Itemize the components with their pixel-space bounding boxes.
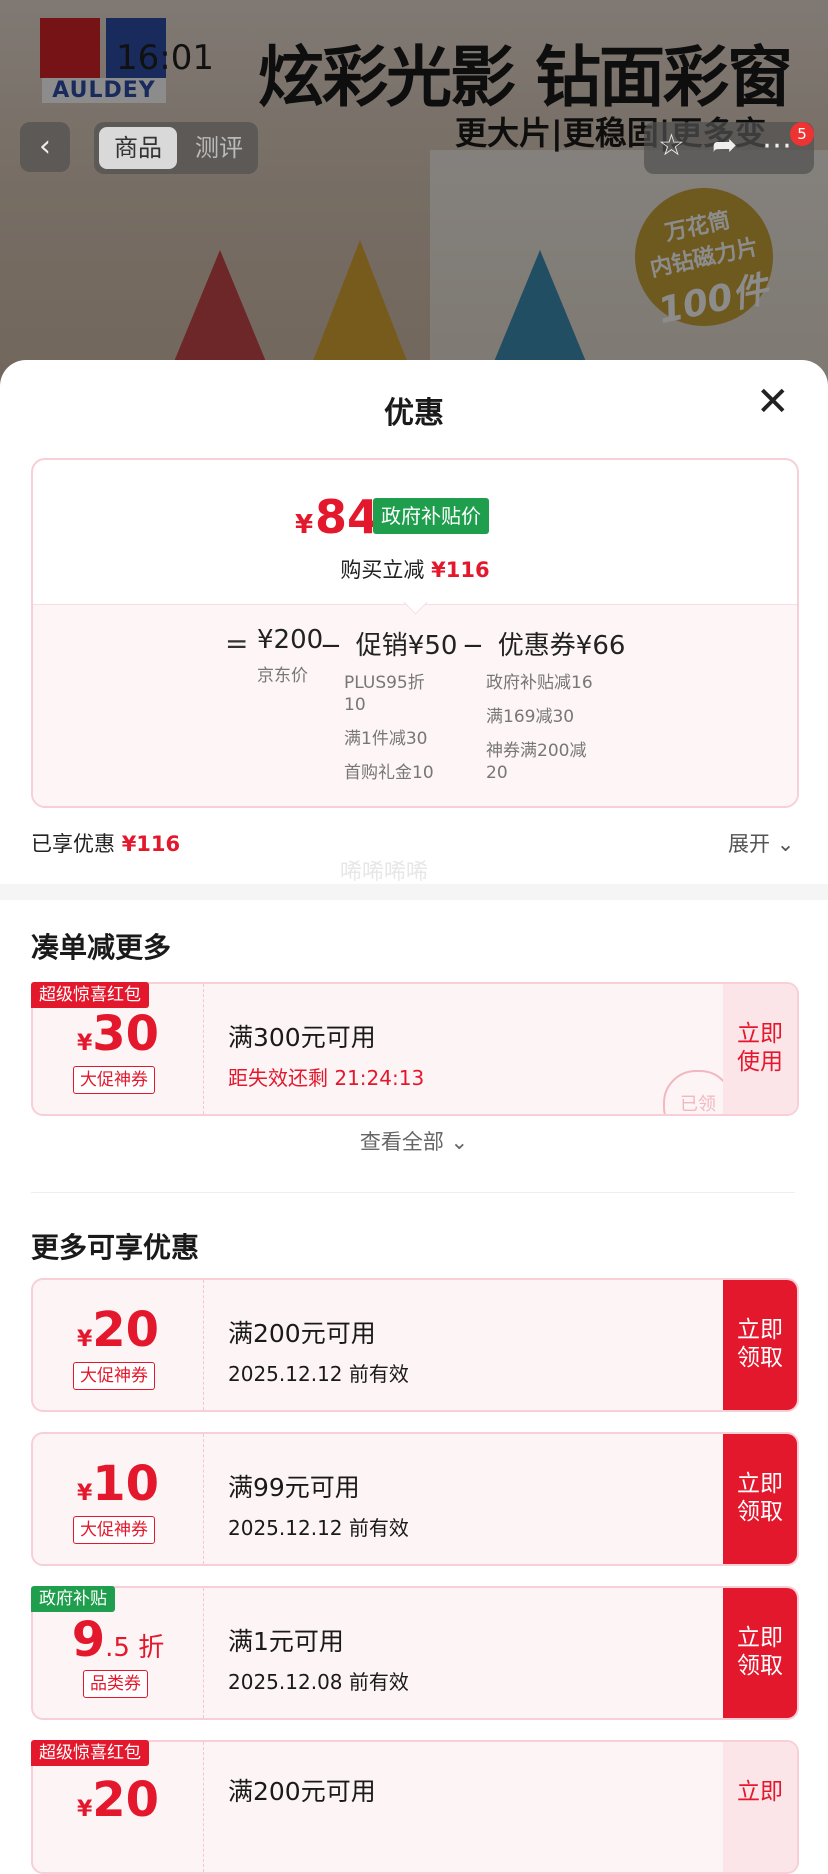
star-icon[interactable]: ☆ — [658, 128, 685, 163]
reduce-value: ¥116 — [431, 558, 490, 582]
coupon-condition: 满1元可用 — [228, 1627, 344, 1656]
coupon-countdown: 距失效还剩 21:24:13 — [228, 1066, 425, 1090]
section-title-more: 更多可享优惠 — [31, 1231, 200, 1264]
coupon-ribbon: 超级惊喜红包 — [31, 1740, 149, 1766]
coupon-condition: 满200元可用 — [228, 1319, 376, 1348]
coupon-kind: 大促神券 — [73, 1362, 155, 1390]
breakdown-area: = ¥200 京东价 − 促销¥50 PLUS95折 10 满1件减30 首购礼金… — [33, 604, 797, 806]
close-icon[interactable]: ✕ — [756, 382, 796, 422]
coupon-valid-date: 2025.12.12 前有效 — [228, 1362, 409, 1386]
final-price: 84 — [315, 490, 380, 544]
promo-col: − 促销¥50 PLUS95折 10 满1件减30 首购礼金10 — [320, 631, 458, 783]
enjoyed-discount: 已享优惠 ¥116 — [31, 832, 181, 856]
reduce-line: 购买立减 ¥116 — [340, 558, 490, 582]
coupon-ribbon: 政府补贴 — [31, 1586, 115, 1612]
chevron-down-icon: ⌄ — [776, 832, 795, 856]
coupon-card: 9.5 折 品类券 满1元可用 2025.12.08 前有效 立即 领取 — [31, 1586, 799, 1720]
gov-subsidy-tag: 政府补贴价 — [373, 498, 489, 534]
coupon-valid-date: 2025.12.08 前有效 — [228, 1670, 409, 1694]
notification-badge: 5 — [790, 122, 814, 146]
status-time: 16:01 — [116, 38, 214, 78]
claim-button[interactable]: 立即 — [723, 1742, 797, 1872]
use-now-button[interactable]: 立即 使用 — [723, 984, 797, 1114]
claim-button[interactable]: 立即 领取 — [723, 1280, 797, 1410]
tab-review[interactable]: 测评 — [186, 127, 252, 169]
expand-button[interactable]: 展开 ⌄ — [728, 828, 794, 858]
price-breakdown-card: ¥ 84 政府补贴价 购买立减 ¥116 = ¥200 京东价 − 促销¥50 P… — [31, 458, 799, 808]
promo-amount: 促销¥50 — [355, 631, 458, 661]
tab-product[interactable]: 商品 — [99, 127, 177, 169]
coupon-amount: 优惠券¥66 — [497, 631, 626, 661]
view-all-link[interactable]: 查看全部 ⌄ — [0, 1126, 828, 1156]
share-icon[interactable]: ➦ — [712, 128, 737, 163]
coupon-amount: 30 — [92, 1006, 160, 1062]
coupon-card: ¥20 大促神券 满200元可用 2025.12.12 前有效 立即 领取 — [31, 1278, 799, 1412]
coupon-amount: 9 — [71, 1612, 106, 1668]
coupon-condition: 满300元可用 — [228, 1023, 376, 1052]
coupon-card: ¥10 大促神券 满99元可用 2025.12.12 前有效 立即 领取 — [31, 1432, 799, 1566]
jd-price-col: ¥200 京东价 — [257, 625, 323, 687]
jd-price: ¥200 — [257, 625, 324, 655]
currency-symbol: ¥ — [295, 510, 314, 540]
coupon-kind: 大促神券 — [73, 1066, 155, 1094]
section-title-combine: 凑单减更多 — [31, 931, 172, 964]
claim-button[interactable]: 立即 领取 — [723, 1588, 797, 1718]
coupon-valid-date: 2025.12.12 前有效 — [228, 1516, 409, 1540]
product-background: AULDEY 炫彩光影 钻面彩窗 更大片|更稳固|更多变 万花筒 内钻磁力片 1… — [0, 0, 828, 420]
coupon-kind: 大促神券 — [73, 1516, 155, 1544]
sheet-title: 优惠 — [384, 396, 444, 431]
equals-sign: = — [225, 627, 249, 660]
top-toolbar: ☆ ➦ ⋯ — [644, 122, 814, 174]
coupon-condition: 满200元可用 — [228, 1777, 376, 1806]
discount-sheet: 优惠 ✕ ¥ 84 政府补贴价 购买立减 ¥116 = ¥200 京东价 − 促销… — [0, 360, 828, 1874]
enjoyed-value: ¥116 — [121, 832, 181, 856]
chevron-down-icon: ⌄ — [450, 1130, 469, 1154]
coupon-amount: 20 — [92, 1772, 160, 1828]
claim-button[interactable]: 立即 领取 — [723, 1434, 797, 1564]
page-tabs: 商品 测评 — [94, 122, 258, 174]
divider — [31, 1192, 795, 1193]
coupon-amount: 10 — [92, 1456, 160, 1512]
back-button[interactable]: ‹ — [20, 122, 70, 172]
coupon-ribbon: 超级惊喜红包 — [31, 982, 149, 1008]
watermark: 唏唏唏唏 — [340, 860, 429, 885]
more-icon[interactable]: ⋯ — [762, 128, 792, 163]
coupon-condition: 满99元可用 — [228, 1473, 360, 1502]
coupon-amount: 20 — [92, 1302, 160, 1358]
coupon-kind: 品类券 — [83, 1670, 148, 1698]
coupon-col: − 优惠券¥66 政府补贴减16 满169减30 神券满200减 20 — [462, 631, 626, 783]
jd-price-label: 京东价 — [257, 666, 308, 686]
section-divider — [0, 884, 828, 900]
chevron-left-icon: ‹ — [39, 129, 51, 164]
